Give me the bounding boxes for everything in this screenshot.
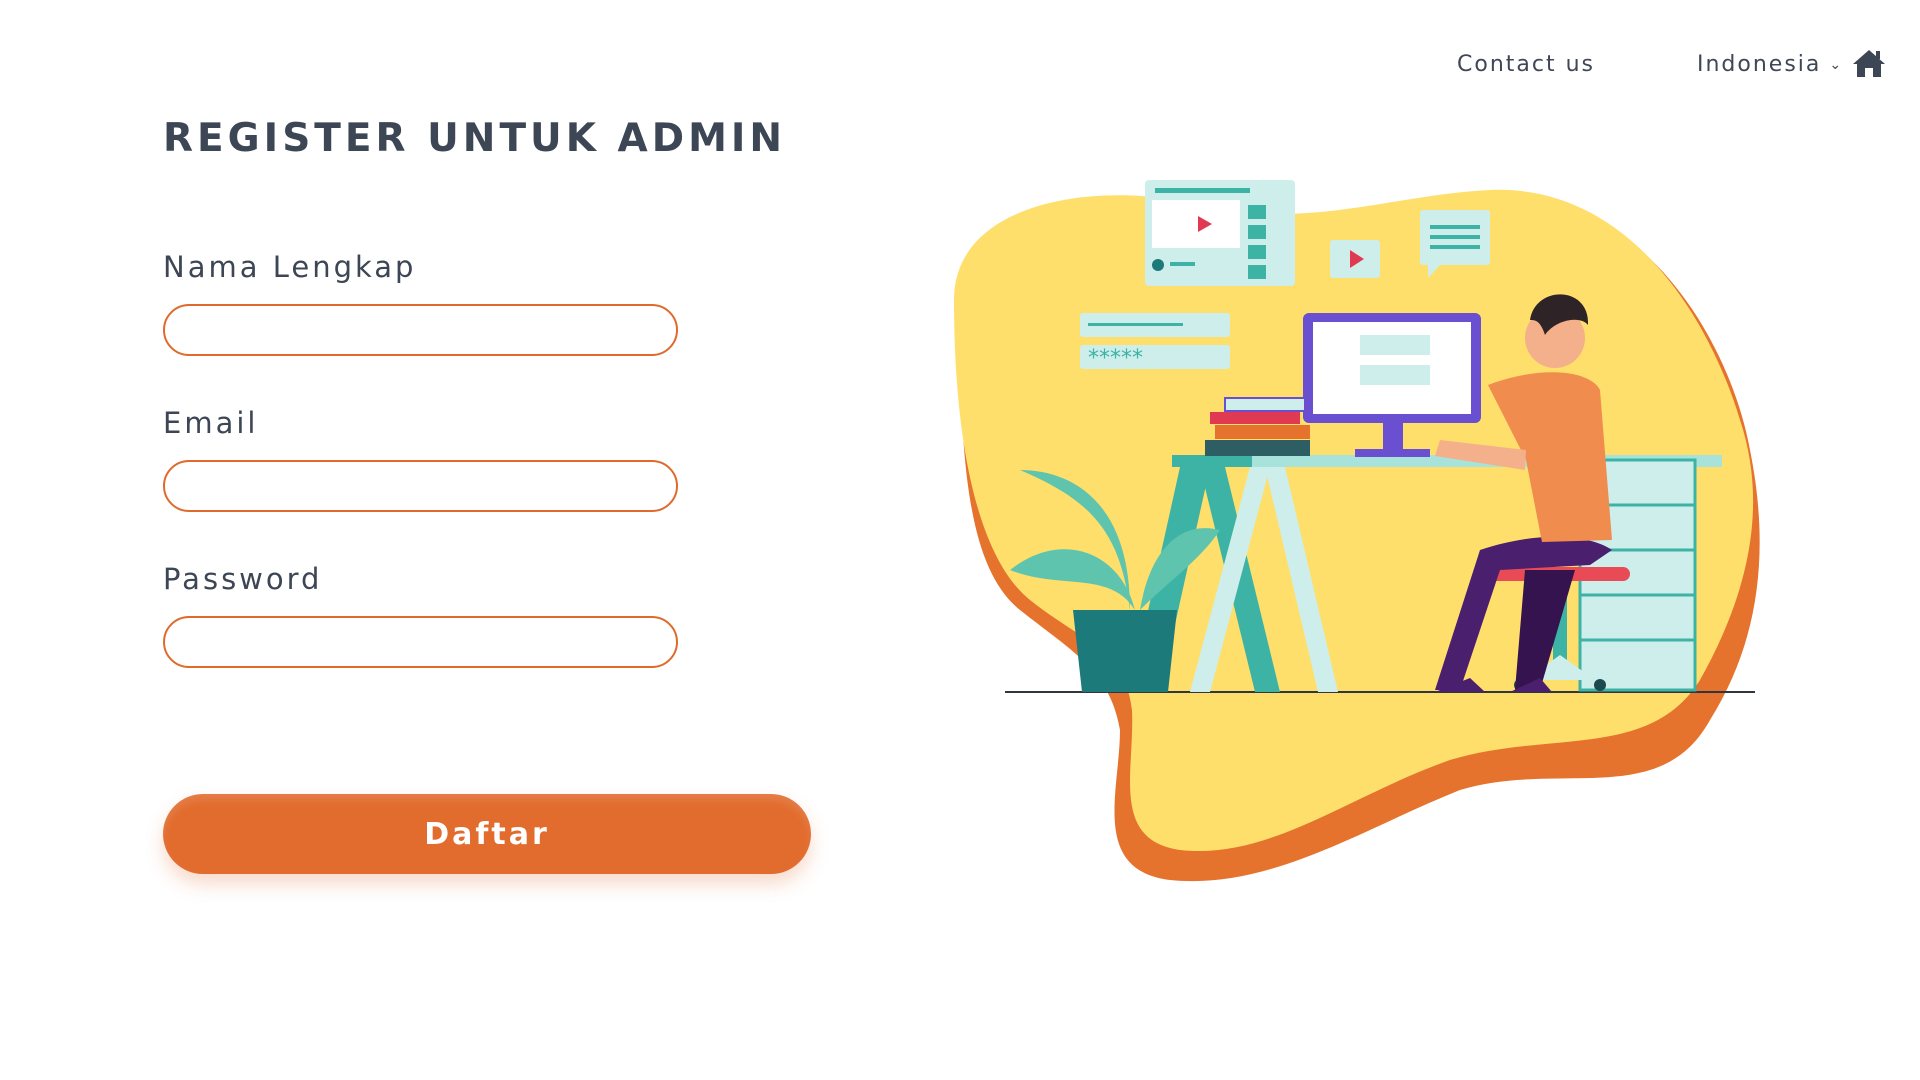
- full-name-input[interactable]: [163, 304, 678, 356]
- page-title: REGISTER UNTUK ADMIN: [163, 116, 787, 161]
- workspace-illustration: *****: [954, 180, 1760, 882]
- contact-us-link[interactable]: Contact us: [1457, 52, 1595, 77]
- language-selector[interactable]: Indonesia ⌄: [1697, 52, 1843, 77]
- play-bubble: [1330, 240, 1380, 278]
- top-navigation: Contact us Indonesia ⌄: [0, 48, 1920, 84]
- password-input[interactable]: [163, 616, 678, 668]
- password-label: Password: [163, 562, 323, 596]
- video-panel-card: [1145, 180, 1295, 286]
- email-label: Email: [163, 406, 259, 440]
- full-name-label: Nama Lengkap: [163, 250, 417, 284]
- email-input[interactable]: [163, 460, 678, 512]
- password-mask-text: *****: [1088, 346, 1143, 371]
- chevron-down-icon: ⌄: [1829, 56, 1844, 73]
- register-button[interactable]: Daftar: [163, 794, 811, 874]
- home-icon[interactable]: [1852, 48, 1886, 78]
- language-label: Indonesia: [1697, 52, 1822, 77]
